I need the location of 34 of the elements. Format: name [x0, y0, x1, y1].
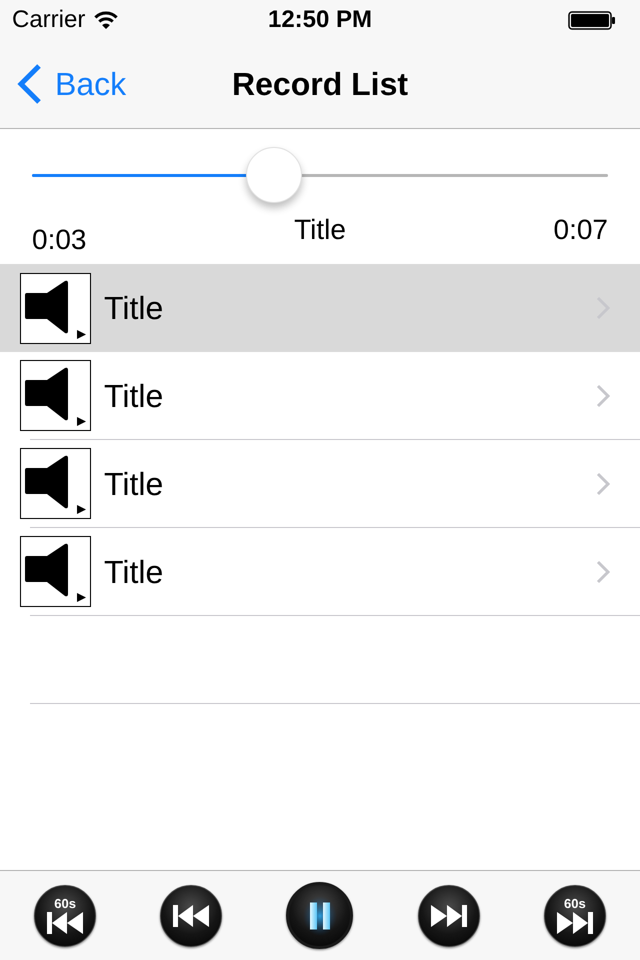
record-title: Title — [104, 289, 164, 328]
battery-icon — [568, 10, 616, 30]
previous-button[interactable] — [160, 884, 222, 946]
pause-button[interactable] — [286, 882, 354, 949]
rewind-icon — [47, 912, 84, 934]
record-title: Title — [104, 464, 164, 504]
record-title: Title — [104, 552, 164, 592]
chevron-icon — [596, 560, 610, 584]
wifi-icon — [94, 11, 118, 29]
chevron-icon — [596, 384, 610, 408]
record-title: Title — [104, 376, 164, 416]
fast-forward-icon — [556, 912, 593, 934]
back-button[interactable]: Back — [0, 63, 126, 105]
carrier-name: Carrier — [12, 6, 86, 34]
skip-back-button[interactable]: 60s — [34, 884, 96, 946]
next-button[interactable] — [418, 884, 480, 946]
record-row[interactable]: Title — [0, 264, 640, 352]
back-chevron-icon — [16, 63, 42, 105]
speaker-icon — [20, 536, 91, 607]
status-time: 12:50 PM — [268, 6, 372, 34]
rewind-icon — [173, 904, 210, 926]
track-duration: 0:07 — [554, 214, 608, 246]
speaker-icon — [20, 448, 91, 519]
chevron-icon — [596, 472, 610, 496]
pause-icon — [302, 896, 337, 936]
skip-forward-button[interactable]: 60s — [544, 884, 606, 946]
seek-slider[interactable] — [32, 147, 608, 203]
fast-forward-icon — [430, 904, 467, 926]
slider-thumb[interactable] — [246, 147, 302, 203]
speaker-icon — [20, 360, 91, 431]
elapsed-time: 0:03 — [32, 224, 86, 256]
speaker-icon — [20, 272, 91, 344]
track-title: Title — [294, 214, 346, 246]
screen-title: Record List — [232, 65, 408, 104]
